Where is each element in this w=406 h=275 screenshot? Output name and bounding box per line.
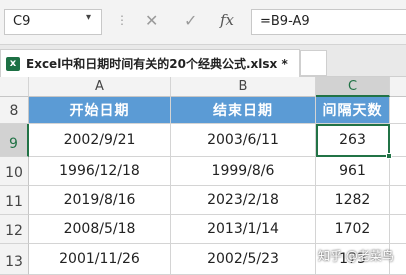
drag-handle-icon[interactable]: ⋮ <box>116 13 128 27</box>
cell-c12[interactable]: 1702 <box>316 215 390 244</box>
cell-a9[interactable]: 2002/9/21 <box>29 124 171 157</box>
row-header-10[interactable]: 10 <box>0 157 29 186</box>
fill-handle[interactable] <box>386 153 392 159</box>
column-header-a[interactable]: A <box>29 77 171 97</box>
cell-c10[interactable]: 961 <box>316 157 390 186</box>
workbook-tab-label: Excel中和日期时间有关的20个经典公式.xlsx * <box>26 57 288 71</box>
cell-d10[interactable] <box>390 157 406 186</box>
name-box-value: C9 <box>13 14 31 29</box>
active-cell-border <box>316 124 390 157</box>
cell-b13[interactable]: 2002/5/23 <box>171 244 316 275</box>
cell-a11[interactable]: 2019/8/16 <box>29 186 171 215</box>
cell-c11[interactable]: 1282 <box>316 186 390 215</box>
column-header-b[interactable]: B <box>171 77 316 97</box>
cell-d11[interactable] <box>390 186 406 215</box>
cancel-icon[interactable]: ✕ <box>145 11 158 30</box>
row-header-11[interactable]: 11 <box>0 186 29 215</box>
new-tab-button[interactable] <box>300 50 327 76</box>
cell-b11[interactable]: 2023/2/18 <box>171 186 316 215</box>
cell-a13[interactable]: 2001/11/26 <box>29 244 171 275</box>
formula-text: =B9-A9 <box>260 14 310 29</box>
cell-c8[interactable]: 间隔天数 <box>316 97 390 124</box>
cell-b9[interactable]: 2003/6/11 <box>171 124 316 157</box>
column-header-c[interactable]: C <box>316 77 390 97</box>
cell-d9[interactable] <box>390 124 406 157</box>
cell-a8[interactable]: 开始日期 <box>29 97 171 124</box>
excel-file-icon: x <box>6 57 20 71</box>
row-header-9[interactable]: 9 <box>0 124 29 157</box>
cell-b10[interactable]: 1999/8/6 <box>171 157 316 186</box>
formula-input[interactable]: =B9-A9 <box>251 9 406 35</box>
enter-icon[interactable]: ✓ <box>184 11 197 30</box>
cell-b8[interactable]: 结束日期 <box>171 97 316 124</box>
cell-d8[interactable] <box>390 97 406 124</box>
select-all-corner[interactable] <box>0 77 29 97</box>
chevron-down-icon[interactable]: ▾ <box>86 12 91 23</box>
row-header-13[interactable]: 13 <box>0 244 29 275</box>
column-header-filler <box>390 77 406 97</box>
row-header-8[interactable]: 8 <box>0 97 29 124</box>
cell-b12[interactable]: 2013/1/14 <box>171 215 316 244</box>
insert-function-icon[interactable]: fx <box>220 11 234 29</box>
cell-a10[interactable]: 1996/12/18 <box>29 157 171 186</box>
cell-d12[interactable] <box>390 215 406 244</box>
row-header-12[interactable]: 12 <box>0 215 29 244</box>
watermark: 知乎 @老菜鸟 <box>318 249 394 263</box>
cell-a12[interactable]: 2008/5/18 <box>29 215 171 244</box>
